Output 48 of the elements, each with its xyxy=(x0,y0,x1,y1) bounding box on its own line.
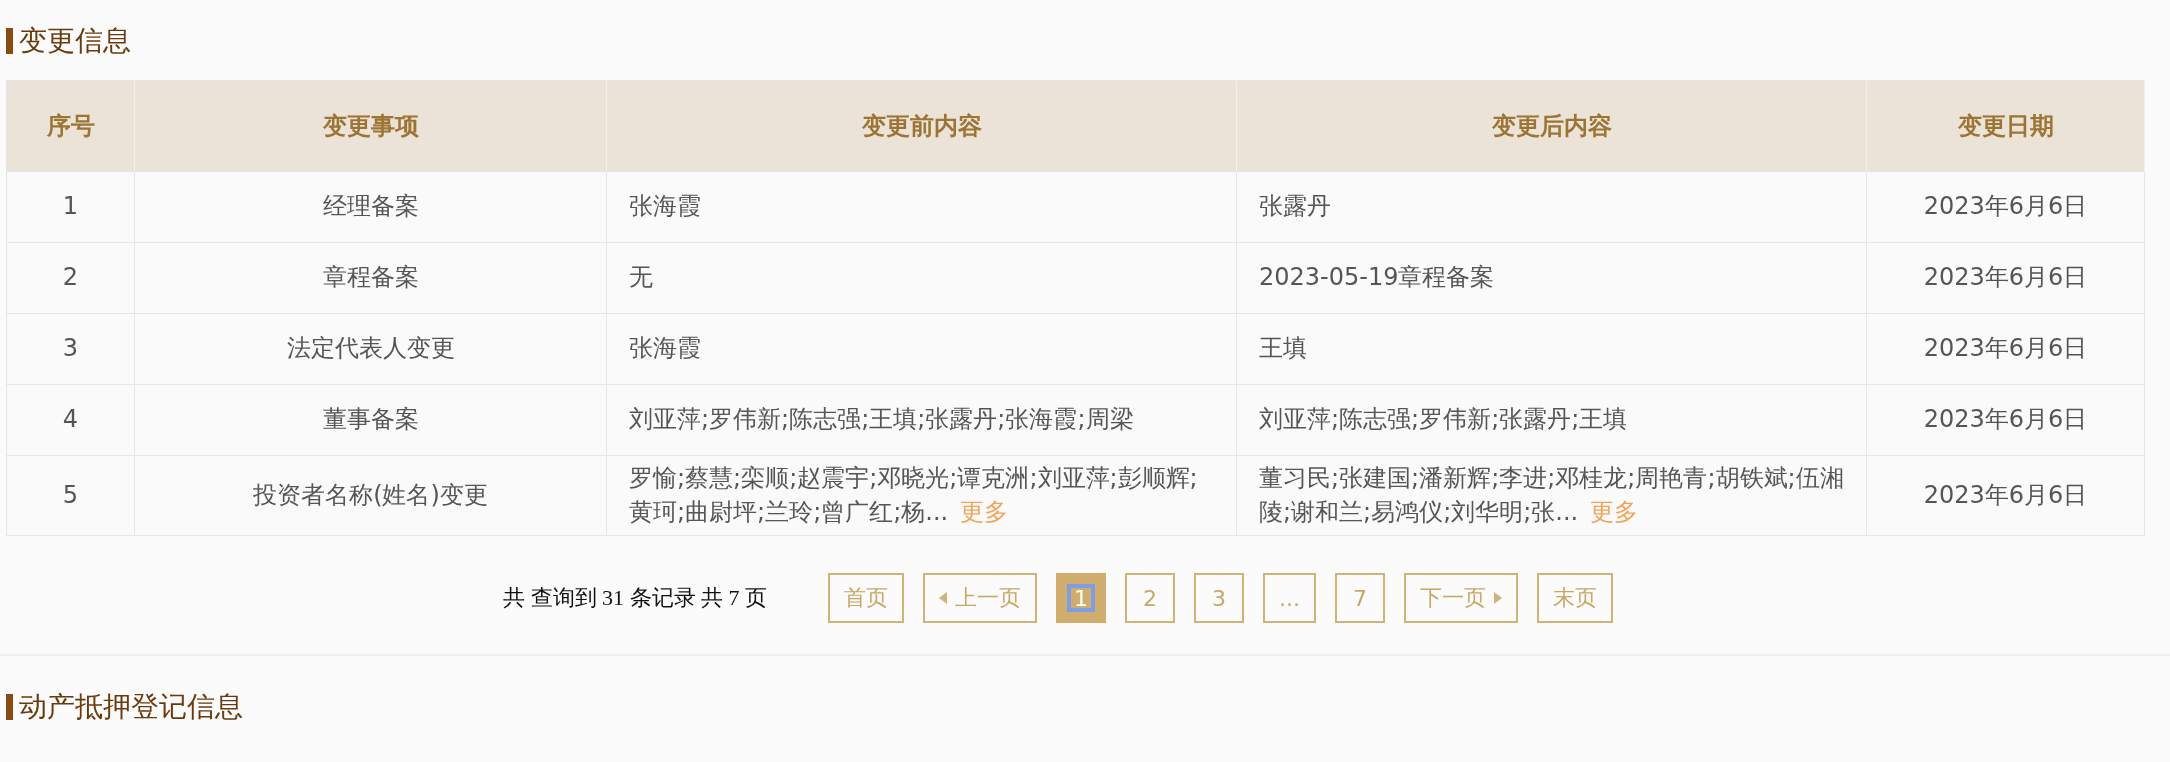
table-cell: 经理备案 xyxy=(135,172,607,243)
cell-text: 王填 xyxy=(1259,333,1307,365)
column-header: 变更前内容 xyxy=(607,81,1237,172)
table-cell: 4 xyxy=(7,385,135,456)
table-cell: 2 xyxy=(7,243,135,314)
cell-text: 张海霞 xyxy=(629,191,701,223)
section-title: 变更信息 xyxy=(19,23,131,59)
more-link[interactable]: 更多 xyxy=(960,497,1009,526)
cell-text: 无 xyxy=(629,262,653,294)
table-cell: 3 xyxy=(7,314,135,385)
cell-text: 张露丹 xyxy=(1259,191,1331,223)
last-page-button[interactable]: 末页 xyxy=(1537,573,1613,624)
more-link[interactable]: 更多 xyxy=(1590,497,1639,526)
page-button[interactable]: 7 xyxy=(1335,573,1385,624)
cell-text: 刘亚萍;罗伟新;陈志强;王填;张露丹;张海霞;周梁 xyxy=(629,404,1134,436)
page-button[interactable]: 2 xyxy=(1125,573,1175,624)
table-cell: 1 xyxy=(7,172,135,243)
table-cell: 2023年6月6日 xyxy=(1867,243,2145,314)
page-button[interactable]: ... xyxy=(1263,573,1316,624)
title-bar-marker xyxy=(6,694,13,721)
column-header: 变更日期 xyxy=(1867,81,2145,172)
cell-text: 张海霞 xyxy=(629,333,701,365)
first-page-button[interactable]: 首页 xyxy=(828,573,904,624)
table-cell: 法定代表人变更 xyxy=(135,314,607,385)
title-bar-marker xyxy=(6,28,13,54)
table-cell: 董事备案 xyxy=(135,385,607,456)
table-cell: 2023年6月6日 xyxy=(1867,385,2145,456)
table-cell: 2023年6月6日 xyxy=(1867,456,2145,537)
table-cell: 2023年6月6日 xyxy=(1867,172,2145,243)
column-header: 变更事项 xyxy=(135,81,607,172)
next-page-button[interactable]: 下一页 xyxy=(1404,573,1518,624)
table-cell: 5 xyxy=(7,456,135,537)
cell-text: 董习民;张建国;潘新辉;李进;邓桂龙;周艳青;胡铁斌;伍湘陵;谢和兰;易鸿仪;刘华明;张... 更多 xyxy=(1259,463,1844,528)
column-header: 序号 xyxy=(7,81,135,172)
section-title: 动产抵押登记信息 xyxy=(19,689,243,726)
cell-text: 刘亚萍;陈志强;罗伟新;张露丹;王填 xyxy=(1259,404,1628,436)
cell-text: 罗愉;蔡慧;栾顺;赵震宇;邓晓光;谭克洲;刘亚萍;彭顺辉;黄珂;曲尉坪;兰玲;曾广红;杨... 更多 xyxy=(629,463,1199,528)
table-cell: 2023年6月6日 xyxy=(1867,314,2145,385)
table-cell: 章程备案 xyxy=(135,243,607,314)
column-header: 变更后内容 xyxy=(1237,81,1867,172)
record-summary: 共 查询到 31 条记录 共 7 页 xyxy=(503,584,767,613)
page-button[interactable]: 1 xyxy=(1056,573,1106,624)
cell-text: 2023-05-19章程备案 xyxy=(1259,262,1495,294)
table-cell: 投资者名称(姓名)变更 xyxy=(135,456,607,537)
prev-page-button[interactable]: 上一页 xyxy=(923,573,1037,624)
page-button[interactable]: 3 xyxy=(1194,573,1244,624)
left-triangle-icon xyxy=(939,592,947,605)
right-triangle-icon xyxy=(1494,592,1502,605)
